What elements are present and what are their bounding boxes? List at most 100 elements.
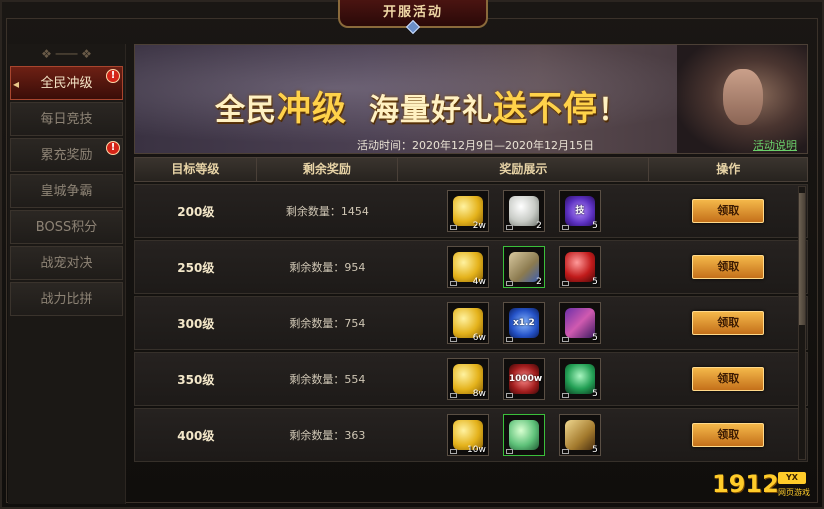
remaining-count: 剩余数量：363 (289, 429, 366, 442)
green-egg-icon (508, 420, 539, 450)
lock-icon (449, 225, 457, 230)
sidebar-ornament-icon: ❖ ─── ❖ (41, 47, 92, 61)
lock-icon (505, 449, 513, 454)
reward-table: 目标等级 剩余奖励 奖励展示 操作 200级 剩余数量：1454 2w 2 技5… (134, 157, 808, 463)
reward-slot[interactable]: 8w (446, 358, 489, 400)
sidebar-item-power-contest[interactable]: 战力比拼 (10, 282, 123, 316)
reward-slot[interactable]: 5 (558, 414, 601, 456)
header-rewards: 奖励展示 (398, 158, 650, 181)
reward-slot[interactable]: 5 (558, 302, 601, 344)
lock-icon (561, 393, 569, 398)
character-face (723, 69, 763, 125)
reward-list: 10w 5 (398, 409, 649, 461)
remaining-count: 剩余数量：554 (289, 373, 366, 386)
lock-icon (449, 393, 457, 398)
alert-badge-icon: ! (106, 141, 120, 155)
reward-list: 2w 2 技5 (398, 185, 649, 237)
reward-slot[interactable]: 2 (502, 190, 545, 232)
reward-slot[interactable]: 4w (446, 246, 489, 288)
reward-list: 6w x1.2 5 (398, 297, 649, 349)
header-action: 操作 (716, 162, 741, 176)
lock-icon (505, 225, 513, 230)
scrollbar-thumb[interactable] (799, 193, 805, 325)
claim-button[interactable]: 领取 (692, 423, 765, 447)
action-cell: 领取 (649, 297, 807, 349)
red-orb-icon (564, 252, 595, 282)
sidebar-item-recharge-reward[interactable]: 累充奖励 ! (10, 138, 123, 172)
jade-icon (564, 364, 595, 394)
table-row: 400级 剩余数量：363 10w 5 领取 (134, 408, 808, 462)
lock-icon (561, 449, 569, 454)
white-egg-icon (508, 196, 539, 226)
target-level: 350级 (177, 372, 215, 387)
lock-icon (449, 449, 457, 454)
target-level: 200级 (177, 204, 215, 219)
sidebar-item-daily-arena[interactable]: 每日竞技 (10, 102, 123, 136)
reward-list: 4w 2 5 (398, 241, 649, 293)
table-scrollbar[interactable] (798, 186, 806, 460)
target-level: 250级 (177, 260, 215, 275)
lock-icon (561, 337, 569, 342)
reward-slot[interactable] (502, 414, 545, 456)
sidebar-item-label: 皇城争霸 (40, 184, 93, 199)
lock-icon (561, 225, 569, 230)
scroll-icon (564, 420, 595, 450)
sidebar-item-level-rush[interactable]: ◂ 全民冲级 ! (10, 66, 123, 100)
sidebar-item-label: 战宠对决 (40, 256, 93, 271)
active-arrow-icon: ◂ (13, 77, 20, 91)
sidebar-item-label: 全民冲级 (40, 76, 93, 91)
reward-slot[interactable]: 6w (446, 302, 489, 344)
reward-slot[interactable]: x1.2 (502, 302, 545, 344)
sidebar-item-label: 战力比拼 (40, 292, 93, 307)
alert-badge-icon: ! (106, 69, 120, 83)
table-row: 250级 剩余数量：954 4w 2 5 领取 (134, 240, 808, 294)
sidebar-item-city-war[interactable]: 皇城争霸 (10, 174, 123, 208)
table-header: 目标等级 剩余奖励 奖励展示 操作 (134, 157, 808, 182)
header-remaining: 剩余奖励 (257, 158, 399, 181)
reward-slot[interactable]: 5 (558, 246, 601, 288)
sidebar: ❖ ─── ❖ ◂ 全民冲级 ! 每日竞技 累充奖励 ! 皇城争霸 BOSS积分… (8, 44, 126, 504)
reward-slot[interactable]: 5 (558, 358, 601, 400)
lock-icon (449, 337, 457, 342)
weapon-icon (564, 308, 595, 338)
lock-icon (449, 281, 457, 286)
action-cell: 领取 (649, 241, 807, 293)
event-info-link[interactable]: 活动说明 (753, 137, 797, 153)
remaining-count: 剩余数量：754 (289, 317, 366, 330)
reward-slot[interactable]: 2w (446, 190, 489, 232)
lock-icon (505, 393, 513, 398)
table-row: 350级 剩余数量：554 8w 1000w 5 领取 (134, 352, 808, 406)
multiplier-icon: x1.2 (508, 308, 539, 338)
reward-slot[interactable]: 10w (446, 414, 489, 456)
event-time: 活动时间：2020年12月9日—2020年12月15日 (357, 139, 594, 152)
sidebar-item-label: 每日竞技 (40, 112, 93, 127)
reward-slot[interactable]: 1000w (502, 358, 545, 400)
claim-button[interactable]: 领取 (692, 255, 765, 279)
sidebar-item-pet-duel[interactable]: 战宠对决 (10, 246, 123, 280)
lock-icon (505, 337, 513, 342)
banner-title: 全民冲级 海量好礼送不停！ (215, 89, 629, 129)
action-cell: 领取 (649, 353, 807, 405)
header-level: 目标等级 (135, 158, 257, 181)
site-logo: 1912 YX 网页游戏 (712, 470, 810, 498)
reward-slot[interactable]: 2 (502, 246, 545, 288)
lock-icon (561, 281, 569, 286)
sidebar-item-label: BOSS积分 (35, 220, 98, 235)
coin-icon: 1000w (508, 364, 542, 394)
claim-button[interactable]: 领取 (692, 199, 765, 223)
sidebar-item-boss-points[interactable]: BOSS积分 (10, 210, 123, 244)
table-row: 300级 剩余数量：754 6w x1.2 5 领取 (134, 296, 808, 350)
skill-orb-icon: 技 (564, 196, 595, 226)
reward-list: 8w 1000w 5 (398, 353, 649, 405)
reward-slot[interactable]: 技5 (558, 190, 601, 232)
action-cell: 领取 (649, 185, 807, 237)
table-row: 200级 剩余数量：1454 2w 2 技5 领取 (134, 184, 808, 238)
remaining-count: 剩余数量：954 (289, 261, 366, 274)
claim-button[interactable]: 领取 (692, 311, 765, 335)
claim-button[interactable]: 领取 (692, 367, 765, 391)
target-level: 300级 (177, 316, 215, 331)
sidebar-item-label: 累充奖励 (40, 148, 93, 163)
target-level: 400级 (177, 428, 215, 443)
event-banner: 全民冲级 海量好礼送不停！ 活动时间：2020年12月9日—2020年12月15日… (134, 44, 808, 154)
action-cell: 领取 (649, 409, 807, 461)
